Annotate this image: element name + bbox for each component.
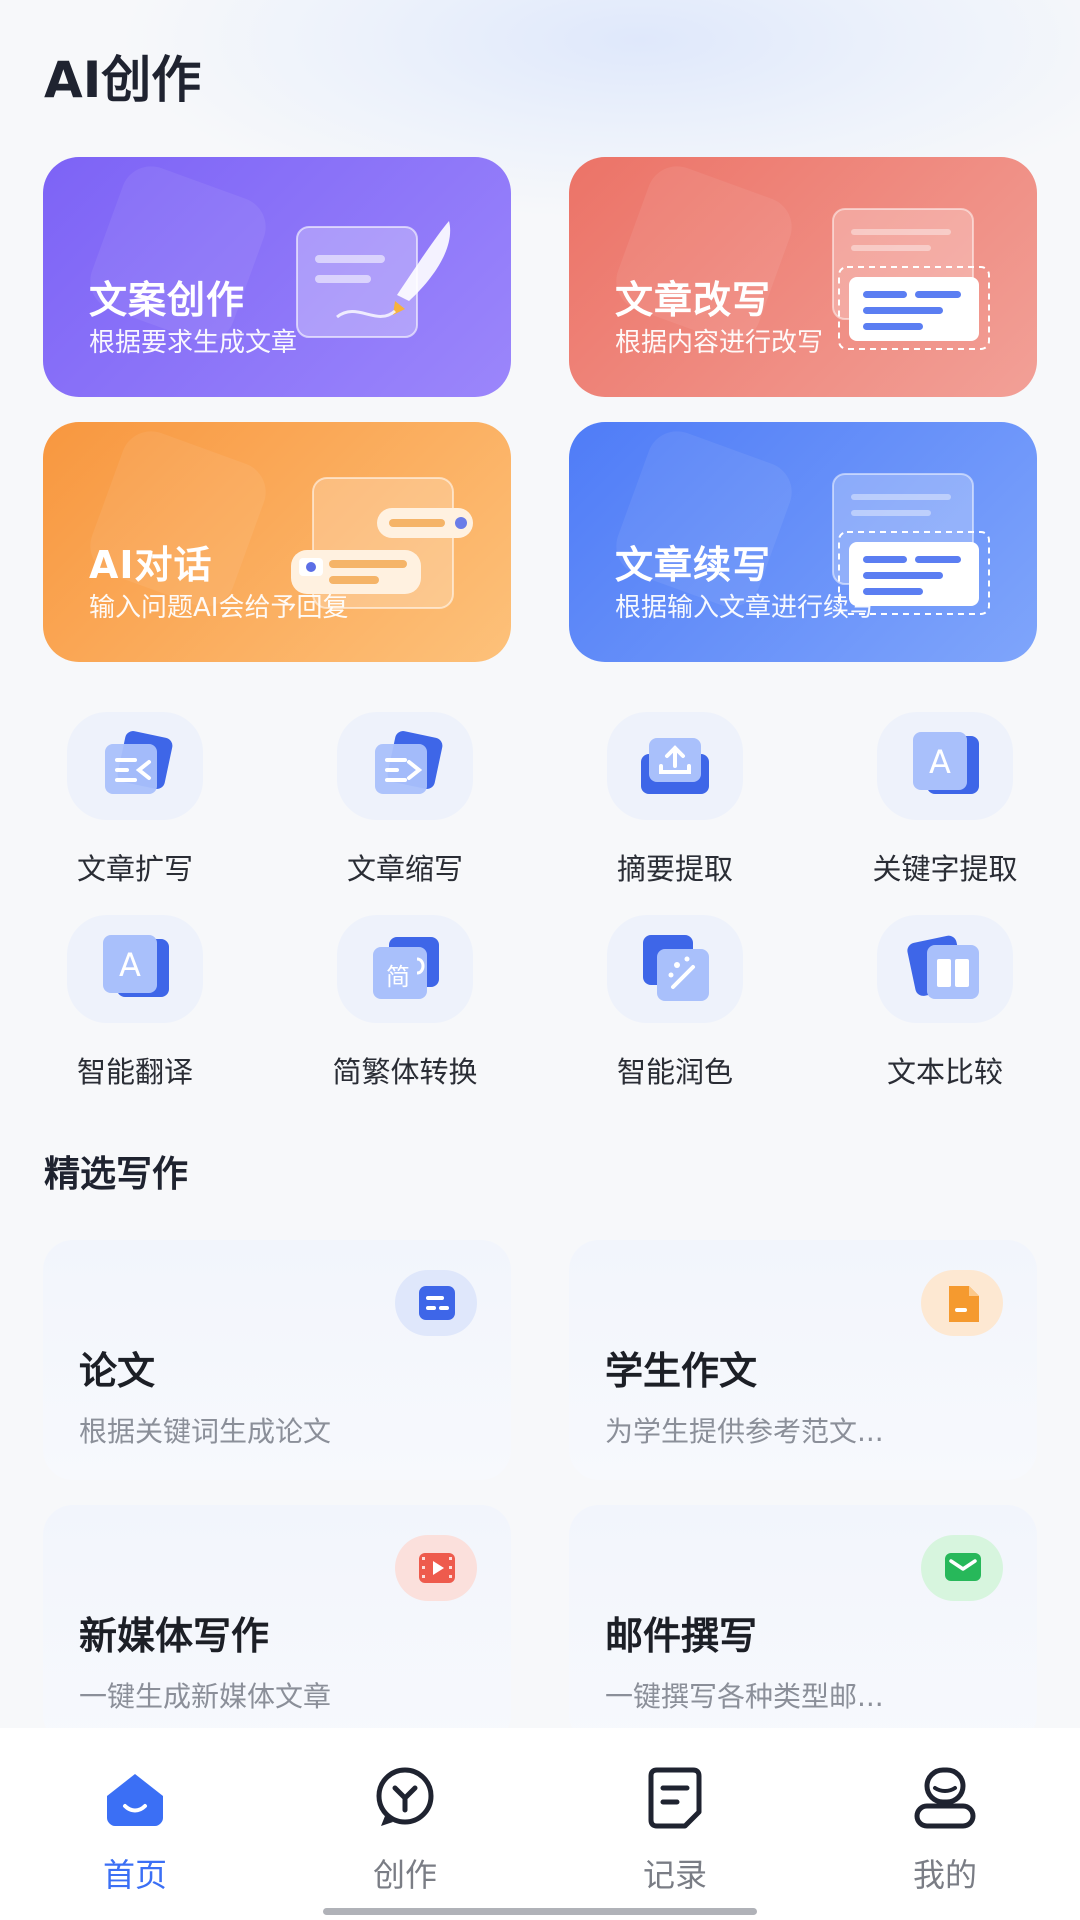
pen-document-icon xyxy=(296,221,451,338)
home-icon xyxy=(107,1774,163,1826)
feature-card-title: 文案创作 xyxy=(89,278,246,322)
writing-card-new-media[interactable]: 新媒体写作 一键生成新媒体文章 xyxy=(43,1505,511,1745)
feature-card-title: 文章改写 xyxy=(615,278,772,322)
mail-icon-badge xyxy=(921,1535,1003,1601)
writing-card-title: 邮件撰写 xyxy=(605,1614,758,1658)
feature-card-rewrite[interactable]: 文章改写 根据内容进行改写 xyxy=(569,157,1037,397)
tool-label: 文本比较 xyxy=(886,1055,1003,1089)
svg-text:A: A xyxy=(929,743,951,781)
shorten-text-icon xyxy=(375,731,443,794)
section-title-featured: 精选写作 xyxy=(44,1154,189,1195)
nav-label: 创作 xyxy=(372,1856,437,1894)
rewrite-document-icon xyxy=(832,208,990,350)
writing-card-student-essay[interactable]: 学生作文 为学生提供参考范文... xyxy=(569,1240,1037,1480)
tool-label: 智能润色 xyxy=(616,1055,733,1089)
tool-label: 关键字提取 xyxy=(872,852,1018,886)
paper-icon xyxy=(419,1286,455,1320)
tool-icon-background xyxy=(337,712,473,820)
tool-label: 文章扩写 xyxy=(76,852,193,886)
tool-simplified-traditional[interactable]: 简 简繁体转换 xyxy=(305,915,505,1095)
tool-icon-background: A xyxy=(67,915,203,1023)
feature-card-title: 文章续写 xyxy=(615,543,772,587)
feature-card-continue[interactable]: 文章续写 根据输入文章进行续写 xyxy=(569,422,1037,662)
feature-card-subtitle: 根据输入文章进行续写 xyxy=(615,593,876,623)
page-title: AI创作 xyxy=(44,51,202,109)
translate-icon: A xyxy=(103,935,169,997)
expand-text-icon xyxy=(105,731,173,794)
tool-icon-background xyxy=(607,712,743,820)
writing-card-subtitle: 一键生成新媒体文章 xyxy=(79,1680,332,1713)
tool-polish[interactable]: 智能润色 xyxy=(575,915,775,1095)
tool-shorten[interactable]: 文章缩写 xyxy=(305,712,505,892)
tool-icon-background xyxy=(67,712,203,820)
tool-label: 摘要提取 xyxy=(616,852,733,886)
tool-icon-background xyxy=(607,915,743,1023)
tool-label: 智能翻译 xyxy=(76,1055,193,1089)
paper-icon-badge xyxy=(395,1270,477,1336)
letter-a-icon: A xyxy=(913,732,979,794)
nav-label: 记录 xyxy=(642,1856,707,1894)
writing-card-title: 论文 xyxy=(79,1349,156,1393)
magic-wand-icon xyxy=(643,935,709,1001)
record-icon xyxy=(648,1767,702,1829)
nav-label: 我的 xyxy=(912,1856,977,1894)
video-icon xyxy=(419,1553,455,1583)
create-icon xyxy=(376,1767,434,1826)
tool-icon-background: 简 xyxy=(337,915,473,1023)
writing-card-paper[interactable]: 论文 根据关键词生成论文 xyxy=(43,1240,511,1480)
feature-card-subtitle: 输入问题AI会给予回复 xyxy=(89,593,349,623)
tool-compare[interactable]: 文本比较 xyxy=(845,915,1045,1095)
nav-label: 首页 xyxy=(102,1856,167,1894)
feature-card-ai-chat[interactable]: AI对话 输入问题AI会给予回复 xyxy=(43,422,511,662)
profile-icon xyxy=(914,1767,976,1829)
nav-item-record[interactable]: 记录 xyxy=(605,1766,745,1894)
svg-text:简: 简 xyxy=(386,963,410,991)
nav-item-home[interactable]: 首页 xyxy=(65,1766,205,1894)
writing-card-title: 新媒体写作 xyxy=(79,1614,270,1658)
writing-card-subtitle: 一键撰写各种类型邮... xyxy=(605,1680,884,1713)
tool-translate[interactable]: A 智能翻译 xyxy=(35,915,235,1095)
upload-tray-icon xyxy=(641,738,709,794)
writing-card-subtitle: 根据关键词生成论文 xyxy=(79,1415,332,1448)
video-icon-badge xyxy=(395,1535,477,1601)
writing-card-title: 学生作文 xyxy=(605,1349,758,1393)
book-compare-icon xyxy=(907,935,979,999)
feature-card-subtitle: 根据要求生成文章 xyxy=(89,328,298,358)
bottom-navigation: 首页 创作 记录 我的 xyxy=(0,1728,1080,1920)
tool-summary[interactable]: 摘要提取 xyxy=(575,712,775,892)
home-indicator[interactable] xyxy=(323,1908,757,1915)
essay-file-icon xyxy=(949,1286,979,1322)
tool-icon-background: A xyxy=(877,712,1013,820)
tool-label: 文章缩写 xyxy=(346,852,463,886)
feature-card-subtitle: 根据内容进行改写 xyxy=(615,328,824,358)
simplified-traditional-icon: 简 xyxy=(373,937,439,999)
tool-icon-background xyxy=(877,915,1013,1023)
feature-card-copywriting[interactable]: 文案创作 根据要求生成文章 xyxy=(43,157,511,397)
essay-file-icon-badge xyxy=(921,1270,1003,1336)
nav-item-create[interactable]: 创作 xyxy=(335,1766,475,1894)
mail-icon xyxy=(945,1553,981,1581)
writing-card-email[interactable]: 邮件撰写 一键撰写各种类型邮... xyxy=(569,1505,1037,1745)
feature-card-title: AI对话 xyxy=(89,543,213,587)
writing-card-subtitle: 为学生提供参考范文... xyxy=(605,1415,884,1448)
tool-keyword[interactable]: A 关键字提取 xyxy=(845,712,1045,892)
nav-item-profile[interactable]: 我的 xyxy=(875,1766,1015,1894)
tool-label: 简繁体转换 xyxy=(332,1055,478,1089)
svg-text:A: A xyxy=(119,946,141,984)
tool-expand[interactable]: 文章扩写 xyxy=(35,712,235,892)
